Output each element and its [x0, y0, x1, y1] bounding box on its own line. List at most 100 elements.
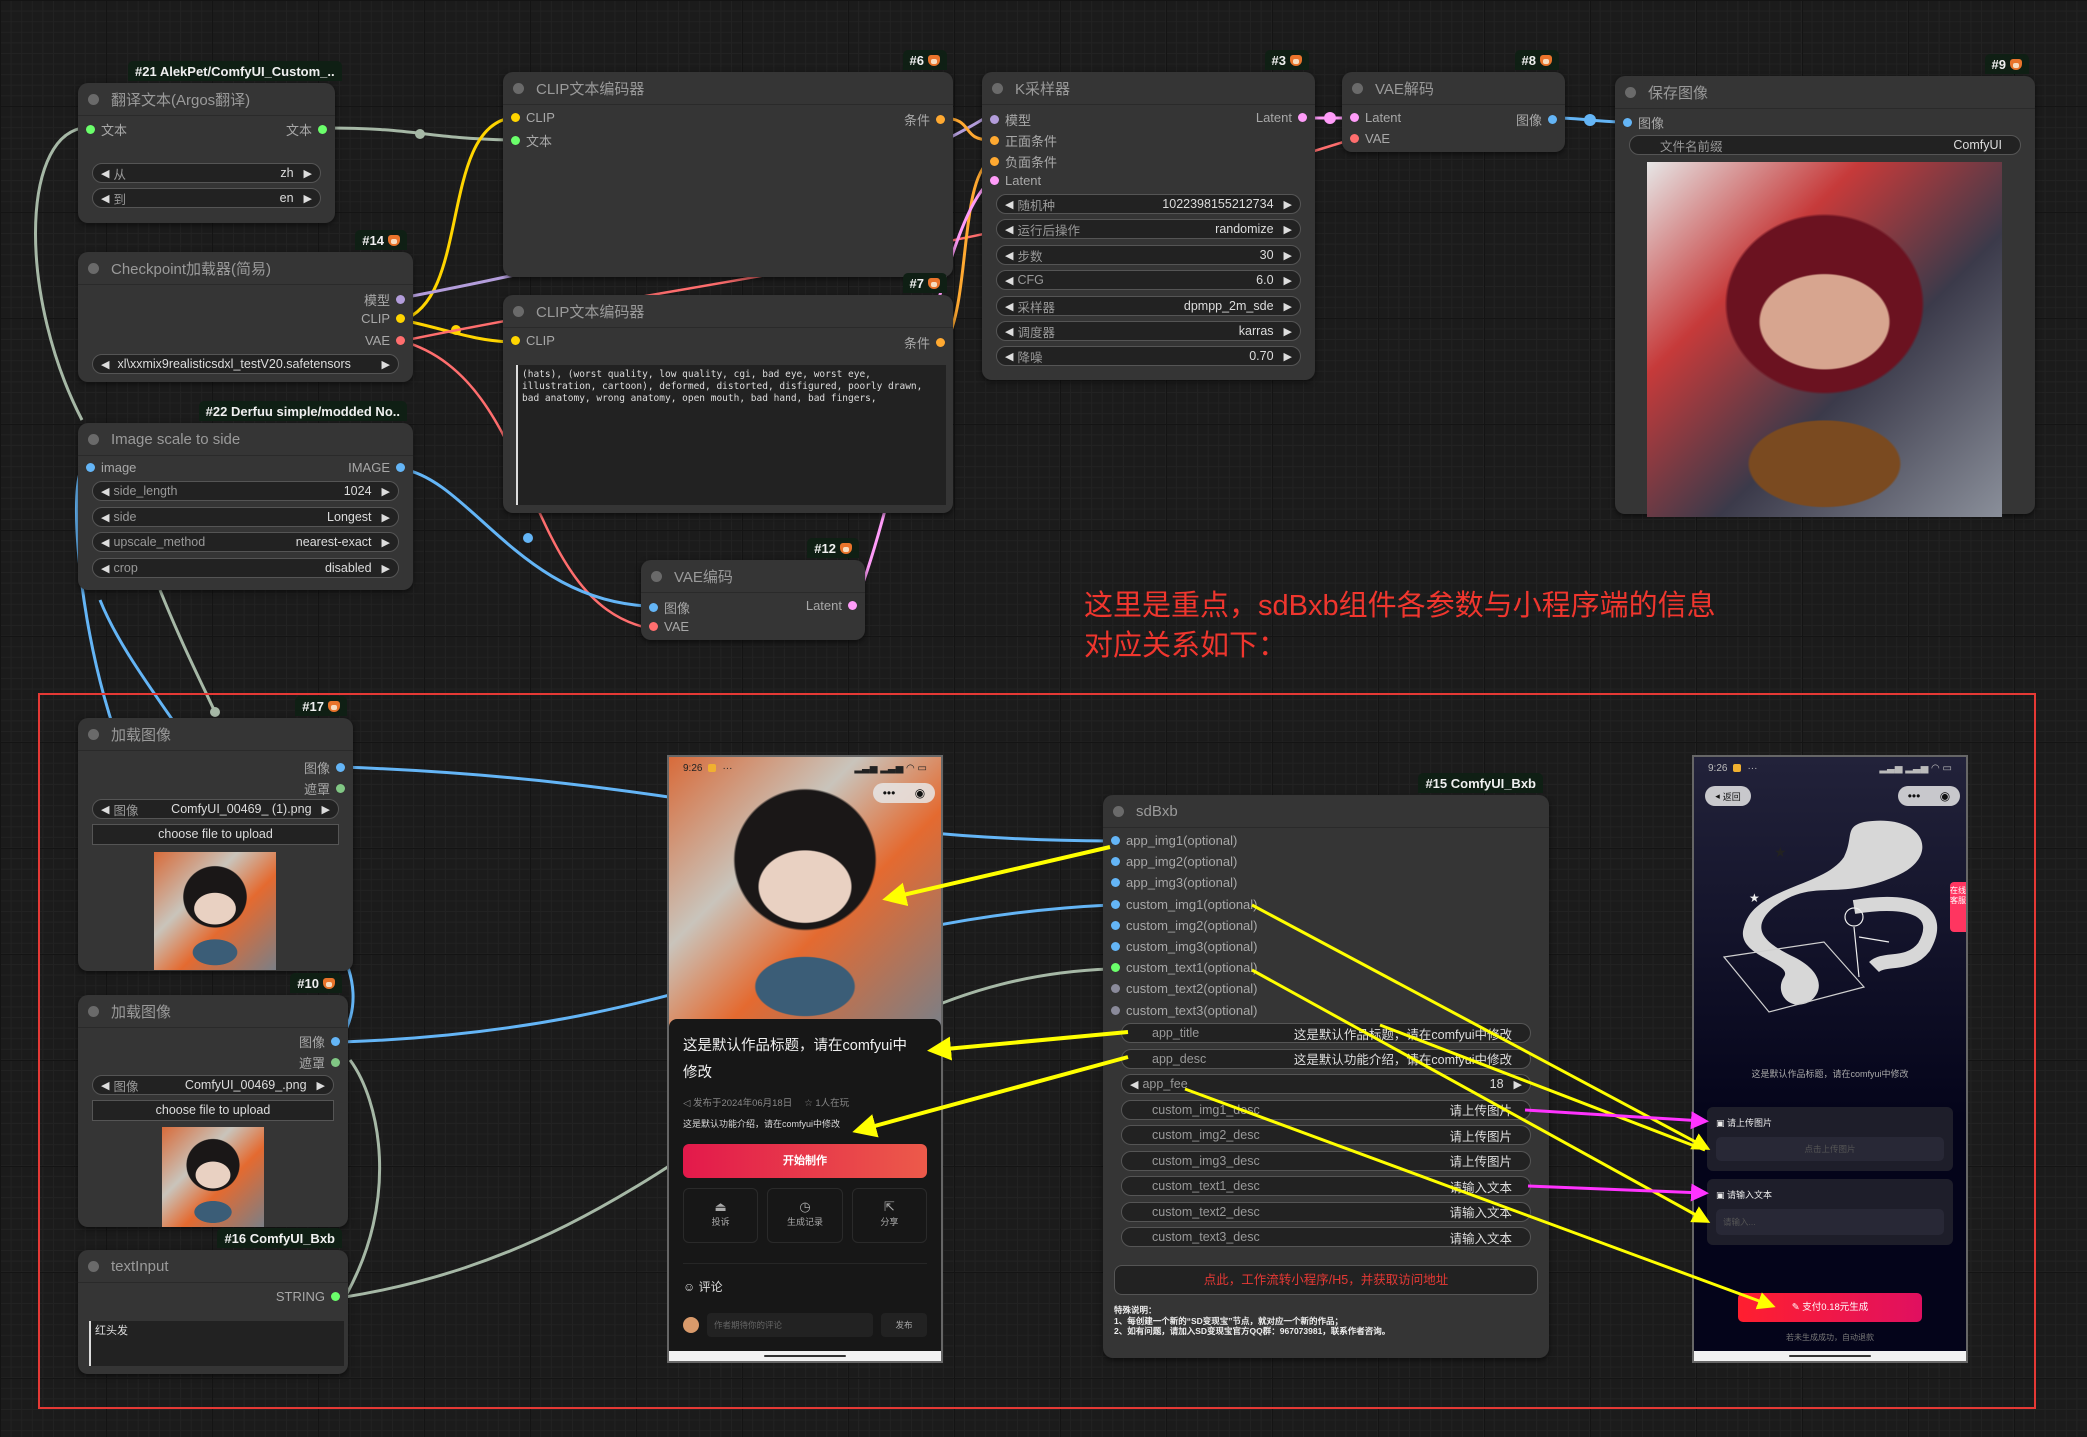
widget-side-length[interactable]: ◀ side_length 1024 ▶: [92, 481, 399, 501]
mini-program-capsule[interactable]: ••• ◉: [873, 783, 935, 803]
output-slot-image[interactable]: IMAGE: [348, 460, 405, 475]
input-slot-text[interactable]: 文本: [511, 131, 552, 150]
arrow-left-icon[interactable]: ◀: [101, 485, 109, 498]
widget-from[interactable]: ◀ 从 zh ▶: [92, 163, 321, 183]
arrow-left-icon[interactable]: ◀: [1005, 274, 1013, 287]
widget-to[interactable]: ◀ 到 en ▶: [92, 188, 321, 208]
close-target-icon[interactable]: ◉: [1940, 789, 1950, 803]
output-slot-image[interactable]: 图像: [1516, 110, 1557, 129]
arrow-right-icon[interactable]: ▶: [382, 485, 390, 498]
input-slot-clip[interactable]: CLIP: [511, 110, 555, 125]
collapse-dot[interactable]: [88, 93, 99, 105]
convert-workflow-button[interactable]: 点此，工作流转小程序/H5，并获取访问地址: [1114, 1265, 1538, 1295]
customer-service-tab[interactable]: 在线客服: [1950, 882, 1966, 932]
arrow-right-icon[interactable]: ▶: [1284, 249, 1292, 262]
widget-custom-img3-desc[interactable]: custom_img3_desc 请上传图片: [1121, 1150, 1531, 1171]
pay-generate-button[interactable]: ✎ 支付0.18元生成: [1738, 1293, 1922, 1322]
node-ksampler[interactable]: #3 K采样器 模型 正面条件 负面条件 Latent Latent ◀ 随机种 1…: [982, 50, 1315, 380]
arrow-right-icon[interactable]: ▶: [1284, 300, 1292, 313]
collapse-dot[interactable]: [651, 570, 662, 582]
input-slot[interactable]: custom_text2(optional): [1111, 981, 1258, 996]
output-slot-vae[interactable]: VAE: [365, 333, 405, 348]
node-text-input[interactable]: #16 ComfyUI_Bxb textInput STRING 红头发: [78, 1228, 348, 1374]
collapse-dot[interactable]: [88, 728, 99, 740]
node-checkpoint[interactable]: #14 Checkpoint加载器(简易) 模型 CLIP VAE ◀ xl\xx…: [78, 230, 413, 382]
input-slot-image[interactable]: image: [86, 460, 136, 475]
node-save-image[interactable]: #9 保存图像 图像 文件名前缀 ComfyUI: [1615, 54, 2035, 517]
collapse-dot[interactable]: [1113, 805, 1124, 817]
output-slot-string[interactable]: STRING: [276, 1289, 340, 1304]
widget-image-file[interactable]: ◀ 图像 ComfyUI_00469_.png ▶: [92, 1075, 334, 1095]
input-slot-vae[interactable]: VAE: [1350, 131, 1390, 146]
arrow-left-icon[interactable]: ◀: [1005, 198, 1013, 211]
upload-image-field[interactable]: 点击上传图片: [1716, 1137, 1944, 1161]
collapse-dot[interactable]: [513, 82, 524, 94]
mini-program-capsule[interactable]: ••• ◉: [1898, 786, 1960, 806]
widget-app-desc[interactable]: app_desc 这是默认功能介绍，请在comfyui中修改: [1121, 1048, 1531, 1069]
widget-seed[interactable]: ◀ 随机种 1022398155212734 ▶: [996, 194, 1301, 214]
arrow-left-icon[interactable]: ◀: [101, 1079, 109, 1092]
widget-sampler[interactable]: ◀ 采样器 dpmpp_2m_sde ▶: [996, 296, 1301, 316]
arrow-left-icon[interactable]: ◀: [101, 562, 109, 575]
widget-app-fee[interactable]: ◀ app_fee 18 ▶: [1121, 1074, 1531, 1094]
widget-cfg[interactable]: ◀ CFG 6.0 ▶: [996, 270, 1301, 290]
text-input-area[interactable]: 红头发: [89, 1321, 344, 1366]
arrow-right-icon[interactable]: ▶: [382, 358, 390, 371]
menu-dots-icon[interactable]: •••: [1908, 789, 1921, 803]
collapse-dot[interactable]: [88, 262, 99, 274]
node-translate[interactable]: #21 AlekPet/ComfyUI_Custom_.. 翻译文本(Argos…: [78, 61, 342, 223]
arrow-right-icon[interactable]: ▶: [382, 511, 390, 524]
widget-denoise[interactable]: ◀ 降噪 0.70 ▶: [996, 346, 1301, 366]
input-slot[interactable]: app_img2(optional): [1111, 854, 1237, 869]
arrow-right-icon[interactable]: ▶: [1284, 198, 1292, 211]
input-slot-latent[interactable]: Latent: [1350, 110, 1401, 125]
node-vae-encode[interactable]: #12 VAE编码 图像 VAE Latent: [641, 538, 865, 640]
output-slot-clip[interactable]: CLIP: [361, 311, 405, 326]
arrow-right-icon[interactable]: ▶: [1284, 274, 1292, 287]
arrow-right-icon[interactable]: ▶: [382, 536, 390, 549]
arrow-left-icon[interactable]: ◀: [101, 803, 109, 816]
arrow-right-icon[interactable]: ▶: [1284, 325, 1292, 338]
input-slot-image[interactable]: 图像: [649, 598, 690, 617]
output-slot-text[interactable]: 文本: [286, 120, 327, 139]
input-slot-model[interactable]: 模型: [990, 110, 1031, 129]
input-slot[interactable]: app_img3(optional): [1111, 875, 1237, 890]
upload-button[interactable]: choose file to upload: [92, 824, 339, 845]
output-slot-model[interactable]: 模型: [364, 290, 405, 309]
input-slot[interactable]: custom_img1(optional): [1111, 897, 1258, 912]
widget-control-after[interactable]: ◀ 运行后操作 randomize ▶: [996, 219, 1301, 239]
input-slot-clip[interactable]: CLIP: [511, 333, 555, 348]
arrow-left-icon[interactable]: ◀: [1005, 223, 1013, 236]
arrow-right-icon[interactable]: ▶: [304, 192, 312, 205]
widget-custom-text2-desc[interactable]: custom_text2_desc 请输入文本: [1121, 1201, 1531, 1222]
widget-custom-img2-desc[interactable]: custom_img2_desc 请上传图片: [1121, 1125, 1531, 1145]
widget-upscale-method[interactable]: ◀ upscale_method nearest-exact ▶: [92, 532, 399, 552]
output-slot-latent[interactable]: Latent: [1256, 110, 1307, 125]
output-slot-image[interactable]: 图像: [299, 1032, 340, 1051]
input-slot[interactable]: app_img1(optional): [1111, 833, 1237, 848]
collapse-dot[interactable]: [88, 1260, 99, 1272]
node-load-image-10[interactable]: #10 加载图像 图像 遮罩 ◀ 图像 ComfyUI_00469_.png ▶ ch…: [78, 973, 348, 1227]
arrow-left-icon[interactable]: ◀: [101, 511, 109, 524]
widget-crop[interactable]: ◀ crop disabled ▶: [92, 558, 399, 578]
post-button[interactable]: 发布: [881, 1313, 927, 1337]
arrow-left-icon[interactable]: ◀: [101, 358, 109, 371]
arrow-left-icon[interactable]: ◀: [101, 536, 109, 549]
node-load-image-17[interactable]: #17 加载图像 图像 遮罩 ◀ 图像 ComfyUI_00469_ (1).png…: [78, 696, 353, 971]
widget-custom-img1-desc[interactable]: custom_img1_desc 请上传图片: [1121, 1099, 1531, 1120]
start-button[interactable]: 开始制作: [683, 1144, 927, 1178]
input-slot[interactable]: custom_img3(optional): [1111, 939, 1258, 954]
share-button[interactable]: ⇱ 分享: [851, 1188, 927, 1243]
node-sdbxb[interactable]: #15 ComfyUI_Bxb sdBxb app_img1(optional)…: [1103, 773, 1549, 1358]
input-slot[interactable]: custom_img2(optional): [1111, 918, 1258, 933]
arrow-right-icon[interactable]: ▶: [1284, 350, 1292, 363]
arrow-right-icon[interactable]: ▶: [1284, 223, 1292, 236]
collapse-dot[interactable]: [1352, 82, 1363, 94]
input-slot[interactable]: custom_text1(optional): [1111, 960, 1258, 975]
arrow-left-icon[interactable]: ◀: [101, 167, 109, 180]
node-clip-negative[interactable]: #7 CLIP文本编码器 CLIP 条件 (hats), (worst qual…: [503, 273, 953, 513]
input-slot-negative[interactable]: 负面条件: [990, 152, 1057, 171]
node-image-scale[interactable]: #22 Derfuu simple/modded No.. Image scal…: [78, 401, 413, 590]
arrow-left-icon[interactable]: ◀: [1005, 350, 1013, 363]
output-slot-image[interactable]: 图像: [304, 758, 345, 777]
